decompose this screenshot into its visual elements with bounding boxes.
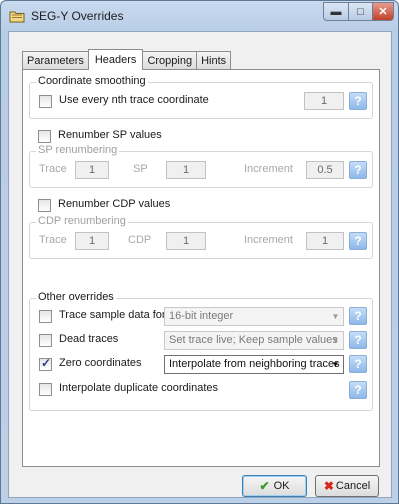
minimize-icon: ▬ — [330, 5, 342, 18]
coordinate-smoothing-help-button[interactable]: ? — [349, 92, 367, 110]
minimize-button[interactable]: ▬ — [323, 2, 349, 21]
cdp-renumbering-legend: CDP renumbering — [36, 215, 128, 227]
cdp-trace-field[interactable]: 1 — [75, 232, 109, 250]
chevron-down-icon: ▼ — [331, 360, 340, 369]
sp-increment-label: Increment — [244, 163, 293, 175]
zero-coordinates-label: Zero coordinates — [59, 357, 142, 369]
sp-sp-field[interactable]: 1 — [166, 161, 206, 179]
dead-traces-select[interactable]: Set trace live; Keep sample values ▼ — [164, 331, 344, 350]
other-overrides-legend: Other overrides — [36, 291, 116, 303]
trace-sample-format-value: 16-bit integer — [169, 310, 234, 322]
title-bar[interactable]: SEG-Y Overrides ▬ □ ✕ — [1, 1, 398, 31]
cdp-cdp-field[interactable]: 1 — [166, 232, 206, 250]
folder-icon — [9, 11, 25, 23]
cdp-renumbering-group: CDP renumbering Trace 1 CDP 1 Increment … — [29, 215, 373, 259]
interpolate-duplicates-label: Interpolate duplicate coordinates — [59, 382, 218, 394]
cdp-increment-field[interactable]: 1 — [306, 232, 344, 250]
cdp-increment-label: Increment — [244, 234, 293, 246]
tab-strip: Parameters Headers Cropping Hints — [22, 49, 232, 70]
renumber-cdp-label: Renumber CDP values — [58, 198, 171, 210]
tab-headers[interactable]: Headers — [87, 49, 144, 70]
trace-sample-format-checkbox[interactable] — [39, 310, 52, 323]
ok-button-label: OK — [273, 480, 290, 492]
renumber-cdp-checkbox[interactable] — [38, 199, 51, 212]
sp-trace-label: Trace — [39, 163, 67, 175]
dead-traces-value: Set trace live; Keep sample values — [169, 334, 338, 346]
dialog-client-area: Parameters Headers Cropping Hints Coordi… — [8, 31, 392, 498]
sp-trace-field[interactable]: 1 — [75, 161, 109, 179]
window-title: SEG-Y Overrides — [31, 9, 124, 23]
cdp-cdp-label: CDP — [128, 234, 152, 246]
coordinate-smoothing-group: Coordinate smoothing Use every nth trace… — [29, 75, 373, 119]
trace-sample-format-select[interactable]: 16-bit integer ▼ — [164, 307, 344, 326]
zero-coordinates-help-button[interactable]: ? — [349, 355, 367, 373]
interpolate-duplicates-help-button[interactable]: ? — [349, 381, 367, 399]
chevron-down-icon: ▼ — [331, 312, 340, 321]
zero-coordinates-select[interactable]: Interpolate from neighboring traces ▼ — [164, 355, 344, 374]
other-overrides-group: Other overrides Trace sample data format… — [29, 291, 373, 411]
sp-renumbering-legend: SP renumbering — [36, 144, 120, 156]
tab-hints[interactable]: Hints — [196, 51, 232, 69]
use-every-nth-label: Use every nth trace coordinate — [59, 94, 209, 106]
cross-icon: ✖ — [323, 479, 334, 493]
dead-traces-label: Dead traces — [59, 333, 119, 345]
sp-help-button[interactable]: ? — [349, 161, 367, 179]
interpolate-duplicates-checkbox[interactable] — [39, 383, 52, 396]
dead-traces-help-button[interactable]: ? — [349, 331, 367, 349]
cdp-help-button[interactable]: ? — [349, 232, 367, 250]
checkmark-icon: ✔ — [259, 479, 270, 493]
cdp-trace-label: Trace — [39, 234, 67, 246]
dialog-window: SEG-Y Overrides ▬ □ ✕ Parameters Headers… — [0, 0, 399, 504]
sp-renumbering-group: SP renumbering Trace 1 SP 1 Increment 0.… — [29, 144, 373, 188]
cancel-button-label: Cancel — [335, 480, 371, 492]
ok-button[interactable]: ✔ OK — [242, 475, 307, 497]
close-icon: ✕ — [378, 6, 388, 18]
headers-panel: Coordinate smoothing Use every nth trace… — [22, 69, 380, 467]
maximize-button[interactable]: □ — [348, 2, 373, 21]
tab-parameters[interactable]: Parameters — [22, 51, 89, 69]
close-button[interactable]: ✕ — [372, 2, 394, 21]
tab-cropping[interactable]: Cropping — [142, 51, 198, 69]
zero-coordinates-value: Interpolate from neighboring traces — [169, 358, 340, 370]
sp-sp-label: SP — [133, 163, 148, 175]
chevron-down-icon: ▼ — [331, 336, 340, 345]
coordinate-smoothing-legend: Coordinate smoothing — [36, 75, 148, 87]
sp-increment-field[interactable]: 0.5 — [306, 161, 344, 179]
dead-traces-checkbox[interactable] — [39, 334, 52, 347]
renumber-sp-label: Renumber SP values — [58, 129, 162, 141]
renumber-sp-checkbox[interactable] — [38, 130, 51, 143]
zero-coordinates-checkbox[interactable] — [39, 356, 52, 371]
cancel-button[interactable]: ✖ Cancel — [315, 475, 379, 497]
trace-sample-format-help-button[interactable]: ? — [349, 307, 367, 325]
maximize-icon: □ — [357, 5, 364, 18]
nth-trace-field[interactable]: 1 — [304, 92, 344, 110]
use-every-nth-checkbox[interactable] — [39, 95, 52, 108]
